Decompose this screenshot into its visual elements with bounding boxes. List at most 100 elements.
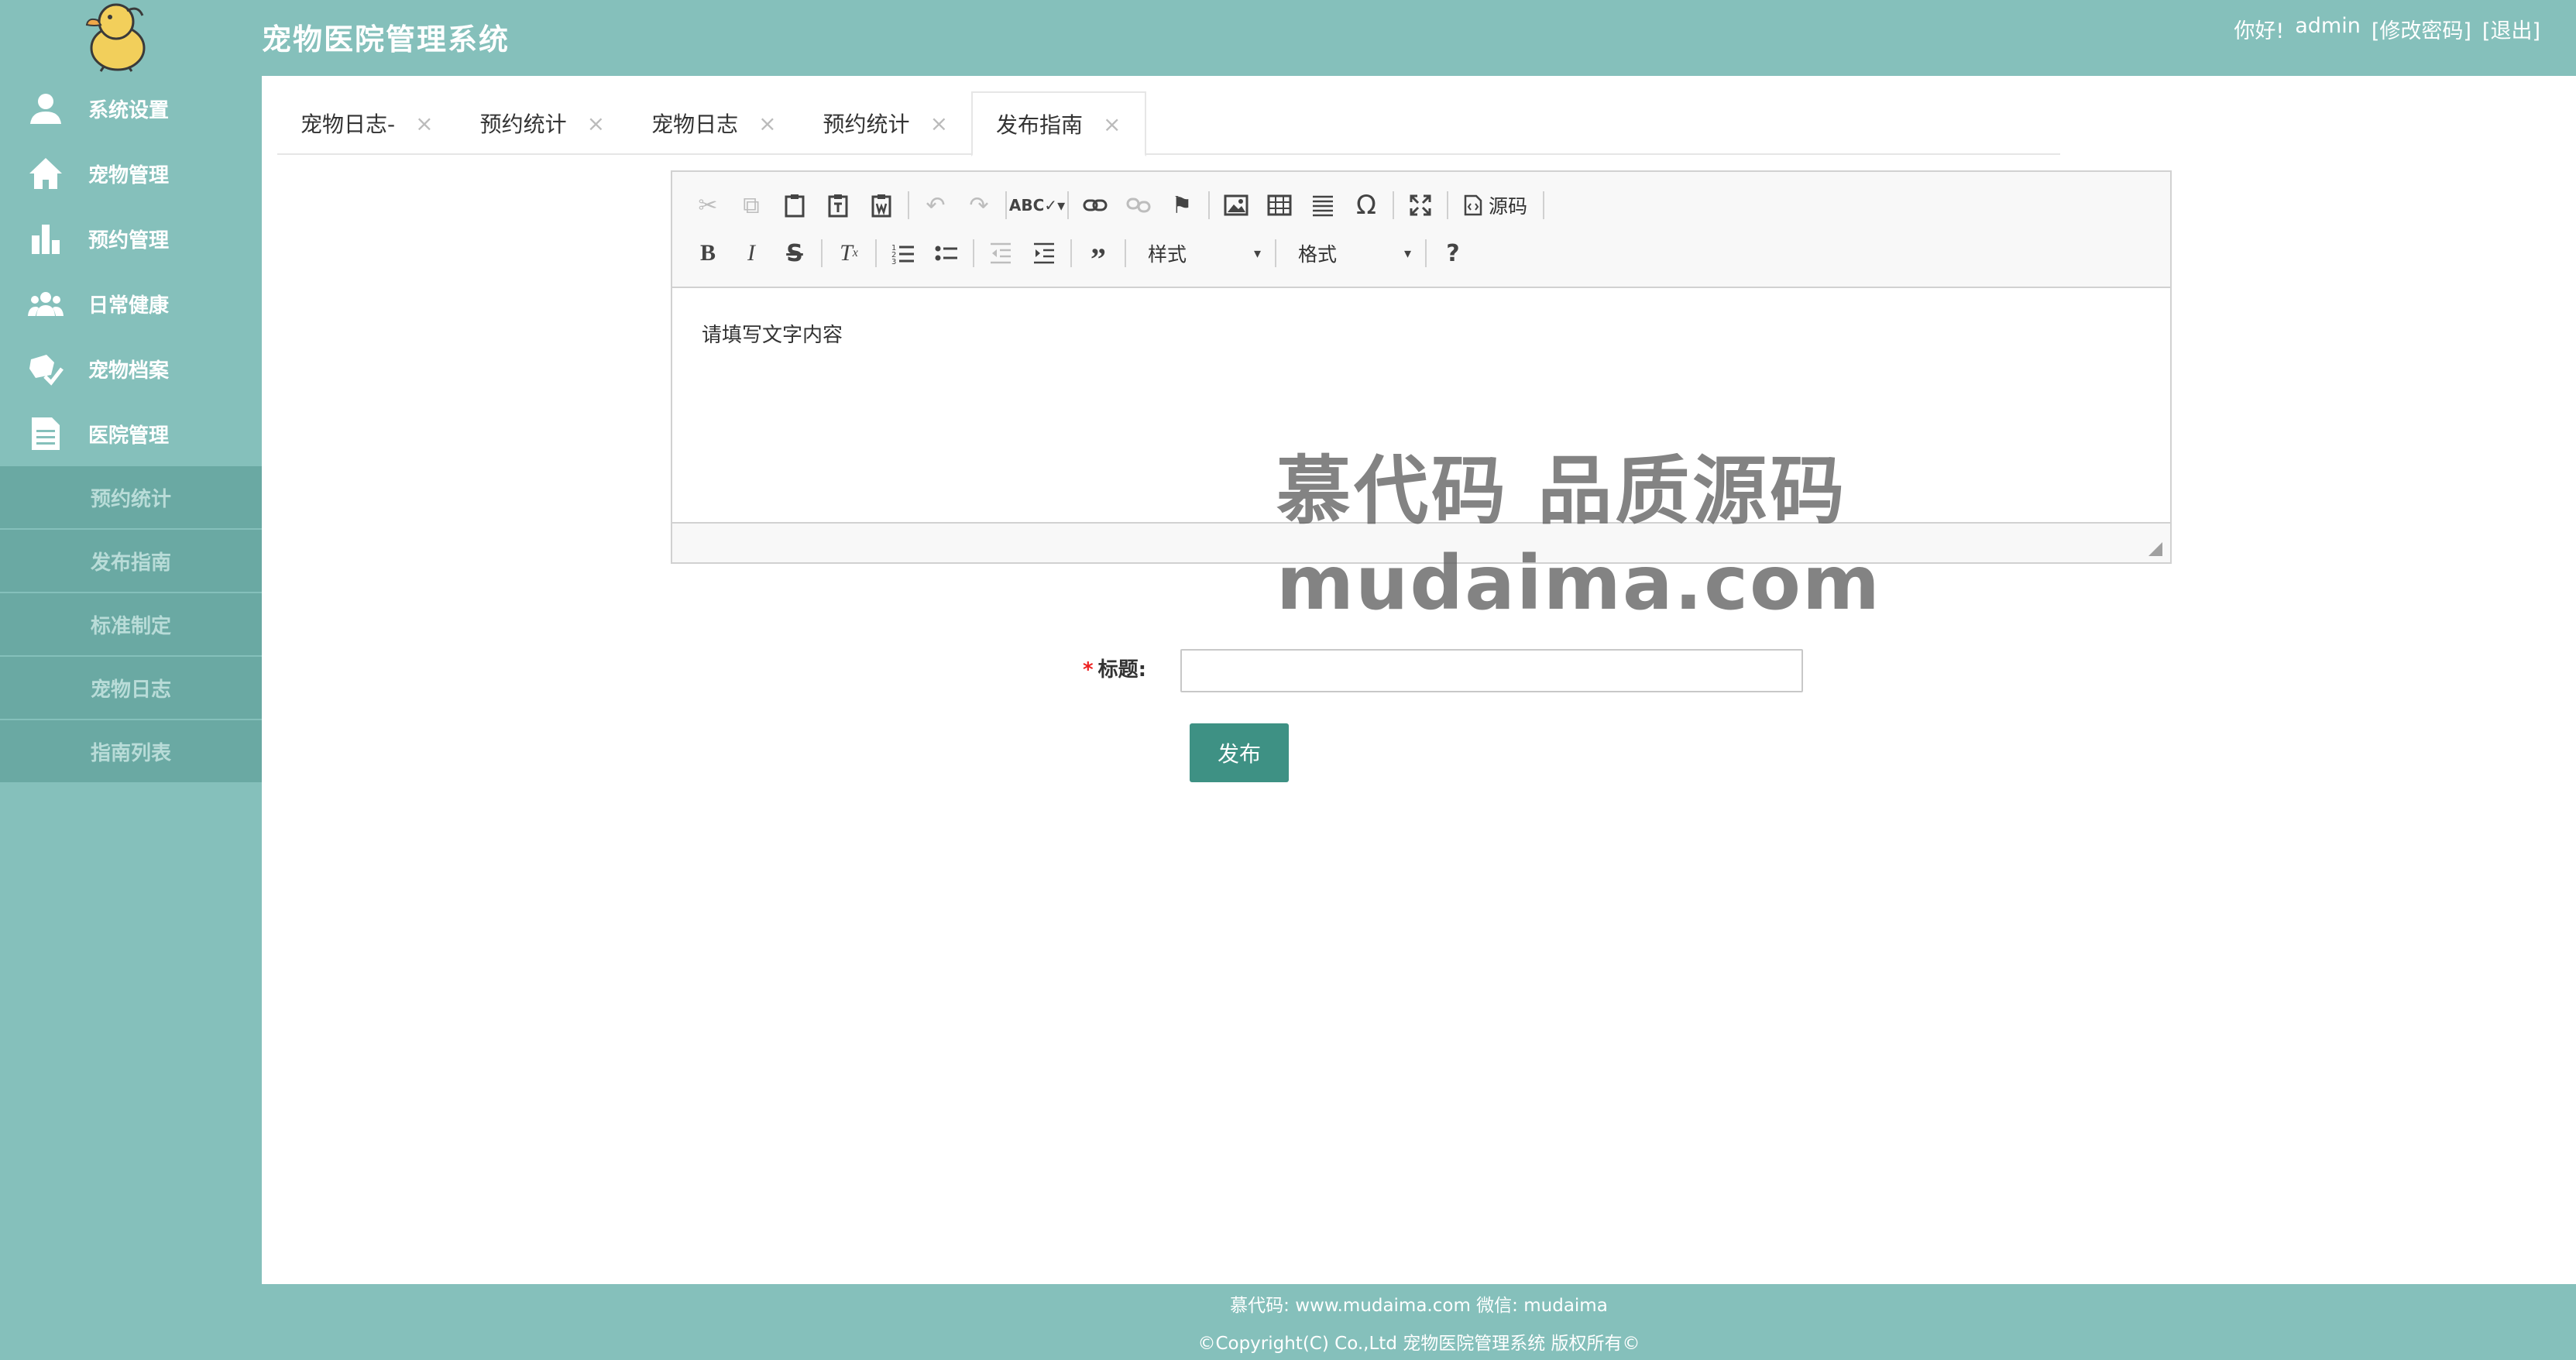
bar-chart-icon [28,221,64,256]
spellcheck-icon[interactable]: ABC✓▾ [1009,186,1065,225]
tab-label: 发布指南 [996,112,1084,138]
style-combo-label: 样式 [1148,243,1187,266]
paw-check-icon [28,351,64,386]
submenu-item-standard-setting[interactable]: 标准制定 [0,593,262,657]
help-icon[interactable]: ? [1431,234,1475,273]
close-icon[interactable]: × [415,111,433,136]
tab-label: 宠物日志- [301,112,396,137]
sidebar-item-label: 系统设置 [88,98,170,122]
tab-label: 预约统计 [823,112,910,137]
top-header: 宠物医院管理系统 你好! admin [修改密码] [退出] [0,0,2576,76]
paste-word-icon[interactable] [860,186,903,225]
toolbar-separator [1005,191,1007,219]
undo-icon[interactable]: ↶ [914,186,957,225]
greeting-text: 你好! [2234,19,2285,43]
italic-icon[interactable]: I [730,234,773,273]
sidebar-item-pet-management[interactable]: 宠物管理 [0,141,262,206]
redo-icon[interactable]: ↷ [957,186,1001,225]
footer-contact: 慕代码: www.mudaima.com 微信: mudaima [1230,1296,1608,1316]
editor-content-area[interactable]: 请填写文字内容 [672,288,2170,522]
copy-icon[interactable]: ⧉ [730,186,773,225]
editor-toolbar: ✂ ⧉ ↶ ↷ ABC✓▾ ⚑ Ω 源码 B I S T x 1 2 3 ” 样… [672,172,2170,288]
svg-text:3: 3 [891,258,896,264]
caret-down-icon: ▾ [1403,245,1411,262]
sidebar-item-label: 宠物管理 [88,163,170,187]
sidebar-item-hospital-management[interactable]: 医院管理 [0,401,262,466]
sidebar-item-label: 预约管理 [88,228,170,252]
image-icon[interactable] [1214,186,1258,225]
publish-button[interactable]: 发布 [1190,723,1289,782]
main-content: 宠物日志- × 预约统计 × 宠物日志 × 预约统计 × 发布指南 × ✂ ⧉ [262,76,2576,1284]
toolbar-separator [1125,239,1126,267]
toolbar-separator [875,239,877,267]
toolbar-separator [1543,191,1545,219]
tab-appointment-stats-2[interactable]: 预约统计 × [800,91,971,155]
strikethrough-icon[interactable]: S [773,234,816,273]
sidebar-item-pet-records[interactable]: 宠物档案 [0,336,262,401]
title-label-text: 标题: [1097,658,1147,682]
users-icon [28,286,64,321]
footer: 慕代码: www.mudaima.com 微信: mudaima ©Copyri… [262,1284,2576,1360]
logout-link[interactable]: [退出] [2482,14,2540,44]
link-icon[interactable] [1073,186,1117,225]
horizontal-rule-icon[interactable] [1301,186,1345,225]
table-icon[interactable] [1258,186,1301,225]
paste-icon[interactable] [773,186,816,225]
remove-format-icon[interactable]: Tx [827,234,871,273]
footer-copyright: ©Copyright(C) Co.,Ltd 宠物医院管理系统 版权所有© [1197,1334,1640,1354]
submenu-item-publish-guide[interactable]: 发布指南 [0,530,262,593]
toolbar-separator [1275,239,1276,267]
tab-pet-log[interactable]: 宠物日志 × [628,91,799,155]
toolbar-separator [1393,191,1394,219]
editor-content-text: 请填写文字内容 [702,324,843,347]
required-asterisk: * [1083,658,1094,682]
submenu-item-pet-log[interactable]: 宠物日志 [0,657,262,720]
tab-appointment-stats[interactable]: 预约统计 × [457,91,628,155]
style-combo[interactable]: 样式 ▾ [1131,236,1270,270]
paste-text-icon[interactable] [816,186,860,225]
close-icon[interactable]: × [587,111,605,136]
close-icon[interactable]: × [758,111,776,136]
submenu-item-guide-list[interactable]: 指南列表 [0,720,262,784]
sidebar-item-label: 医院管理 [88,424,170,448]
special-char-omega-icon[interactable]: Ω [1345,186,1388,225]
numbered-list-icon[interactable]: 123 [881,234,925,273]
tab-publish-guide[interactable]: 发布指南 × [971,91,1146,156]
anchor-flag-icon[interactable]: ⚑ [1160,186,1204,225]
toolbar-separator [1425,239,1427,267]
outdent-icon[interactable] [979,234,1022,273]
home-icon [28,156,64,191]
tab-label: 宠物日志 [651,112,739,137]
toolbar-separator [908,191,909,219]
sidebar: 系统设置 宠物管理 预约管理 日常健康 宠物档案 医院管理 预约统计 发布指南 … [0,76,262,1284]
hospital-submenu: 预约统计 发布指南 标准制定 宠物日志 指南列表 [0,466,262,784]
sidebar-item-daily-health[interactable]: 日常健康 [0,271,262,336]
sidebar-item-system-settings[interactable]: 系统设置 [0,76,262,141]
close-icon[interactable]: × [930,111,948,136]
toolbar-separator [1447,191,1448,219]
toolbar-separator [973,239,974,267]
cut-icon[interactable]: ✂ [686,186,730,225]
duck-logo-icon [81,0,155,73]
caret-down-icon: ▾ [1253,245,1261,262]
editor-status-bar [672,522,2170,562]
source-code-button[interactable]: 源码 [1453,186,1538,225]
change-password-link[interactable]: [修改密码] [2372,14,2471,44]
bullet-list-icon[interactable] [925,234,968,273]
close-icon[interactable]: × [1103,112,1121,137]
maximize-icon[interactable] [1399,186,1442,225]
indent-icon[interactable] [1022,234,1066,273]
user-icon [28,91,64,126]
source-document-icon [1464,194,1482,216]
sidebar-item-label: 宠物档案 [88,359,170,383]
resize-handle-icon[interactable] [2148,542,2162,556]
submenu-item-appointment-stats[interactable]: 预约统计 [0,466,262,530]
sidebar-item-appointment-management[interactable]: 预约管理 [0,206,262,271]
bold-icon[interactable]: B [686,234,730,273]
unlink-icon[interactable] [1117,186,1160,225]
tab-pet-log-dash[interactable]: 宠物日志- × [277,91,457,155]
format-combo[interactable]: 格式 ▾ [1281,236,1420,270]
user-bar: 你好! admin [修改密码] [退出] [2234,14,2540,44]
blockquote-icon[interactable]: ” [1077,234,1120,276]
title-input[interactable] [1180,649,1803,692]
